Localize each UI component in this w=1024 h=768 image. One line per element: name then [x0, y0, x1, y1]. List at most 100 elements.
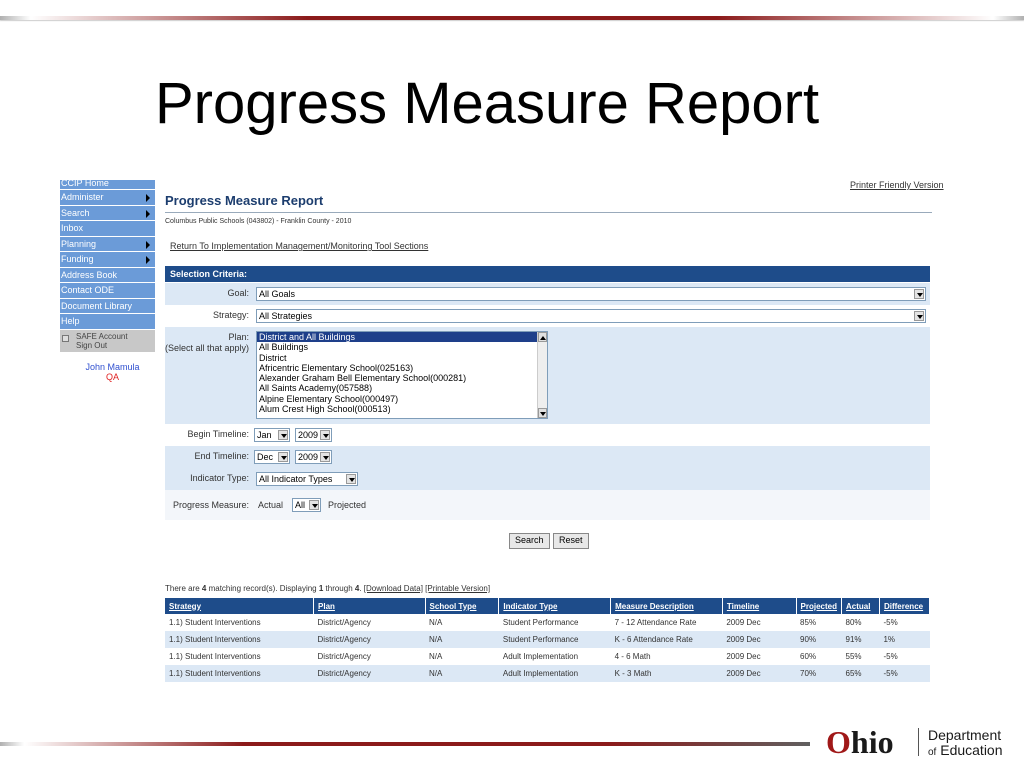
sign-out-link[interactable]: Sign Out	[76, 341, 155, 350]
printable-version-link[interactable]: [Printable Version]	[425, 584, 490, 593]
table-cell: N/A	[425, 665, 499, 682]
begin-year-select[interactable]: 2009	[295, 428, 332, 442]
table-cell: -5%	[879, 665, 930, 682]
column-header-timeline[interactable]: Timeline	[722, 598, 797, 614]
begin-month-select[interactable]: Jan	[254, 428, 290, 442]
nav-item-document-library[interactable]: Document Library	[60, 298, 155, 314]
column-header-plan[interactable]: Plan	[313, 598, 426, 614]
printer-friendly-link[interactable]: Printer Friendly Version	[850, 180, 944, 190]
table-cell: District/Agency	[313, 665, 426, 682]
table-cell: District/Agency	[313, 631, 426, 648]
plan-row: Plan: (Select all that apply) District a…	[165, 327, 930, 424]
nav-item-funding[interactable]: Funding	[60, 252, 155, 268]
table-cell: 80%	[841, 614, 880, 631]
goal-label: Goal:	[227, 288, 249, 298]
plan-option[interactable]: All Saints Academy(057588)	[257, 383, 547, 393]
nav-item-inbox[interactable]: Inbox	[60, 221, 155, 237]
nav-item-search[interactable]: Search	[60, 205, 155, 221]
search-button[interactable]: Search	[509, 533, 550, 549]
table-cell: 70%	[796, 665, 842, 682]
safe-account-link[interactable]: SAFE Account	[76, 332, 155, 341]
chevron-down-icon[interactable]	[309, 500, 319, 510]
plan-option[interactable]: District	[257, 353, 547, 363]
download-data-link[interactable]: [Download Data]	[364, 584, 423, 593]
table-cell: 90%	[796, 631, 842, 648]
return-link[interactable]: Return To Implementation Management/Moni…	[170, 241, 428, 251]
education-line: Education	[940, 742, 1003, 758]
table-cell: -5%	[879, 648, 930, 665]
user-name: John Mamula	[85, 362, 140, 372]
nav-item-planning[interactable]: Planning	[60, 236, 155, 252]
summary-through: through	[323, 584, 355, 593]
chevron-down-icon[interactable]	[278, 452, 288, 462]
column-header-measure-description[interactable]: Measure Description	[610, 598, 723, 614]
table-cell: District/Agency	[313, 614, 426, 631]
plan-option[interactable]: District and All Buildings	[257, 332, 547, 343]
table-cell: 55%	[841, 648, 880, 665]
column-header-school-type[interactable]: School Type	[425, 598, 500, 614]
department-line: Department	[928, 727, 1002, 743]
strategy-select[interactable]: All Strategies	[256, 309, 926, 323]
progress-measure-row: Progress Measure: Actual All Projected	[165, 490, 930, 520]
plan-option[interactable]: Alexander Graham Bell Elementary School(…	[257, 373, 547, 383]
table-cell: -5%	[879, 614, 930, 631]
indicator-type-select[interactable]: All Indicator Types	[256, 472, 358, 486]
column-header-strategy[interactable]: Strategy	[165, 598, 315, 614]
plan-listbox[interactable]: District and All Buildings All Buildings…	[256, 331, 548, 419]
nav-item-administer[interactable]: Administer	[60, 190, 155, 206]
plan-option[interactable]: Alum Crest High School(000513)	[257, 404, 547, 414]
plan-option[interactable]: Africentric Elementary School(025163)	[257, 363, 547, 373]
table-cell: Adult Implementation	[498, 665, 611, 682]
table-cell: 2009 Dec	[722, 614, 797, 631]
indicator-type-row: Indicator Type: All Indicator Types	[165, 468, 930, 490]
table-cell: 65%	[841, 665, 880, 682]
nav-item-ccip-home[interactable]: CCIP Home	[60, 180, 155, 190]
nav-item-help[interactable]: Help	[60, 314, 155, 330]
table-cell: Adult Implementation	[498, 648, 611, 665]
department-of: of	[928, 747, 937, 758]
reset-button[interactable]: Reset	[553, 533, 589, 549]
end-timeline-row: End Timeline: Dec 2009	[165, 446, 930, 468]
chevron-down-icon[interactable]	[346, 474, 356, 484]
scroll-up-icon[interactable]	[538, 332, 547, 342]
progress-measure-label: Progress Measure:	[172, 500, 249, 510]
nav-item-label: Help	[61, 316, 80, 326]
table-header-row: Strategy Plan School Type Indicator Type…	[165, 598, 931, 614]
plan-hint: (Select all that apply)	[164, 343, 249, 353]
chevron-down-icon[interactable]	[320, 452, 330, 462]
records-summary: There are 4 matching record(s). Displayi…	[165, 584, 490, 593]
summary-prefix: There are	[165, 584, 202, 593]
user-info: John Mamula QA	[60, 362, 165, 382]
chevron-down-icon[interactable]	[278, 430, 288, 440]
progress-measure-value: All	[295, 500, 306, 510]
plan-option[interactable]: Alpine Elementary School(000497)	[257, 394, 547, 404]
strategy-row: Strategy: All Strategies	[165, 305, 930, 327]
table-row: 1.1) Student Interventions District/Agen…	[165, 614, 930, 631]
end-month-select[interactable]: Dec	[254, 450, 290, 464]
column-header-projected[interactable]: Projected	[796, 598, 843, 614]
chevron-down-icon[interactable]	[320, 430, 330, 440]
table-cell: Student Performance	[498, 631, 611, 648]
progress-measure-select[interactable]: All	[292, 498, 321, 512]
column-header-difference[interactable]: Difference	[879, 598, 931, 614]
table-cell: 2009 Dec	[722, 665, 797, 682]
goal-select[interactable]: All Goals	[256, 287, 926, 301]
end-year-select[interactable]: 2009	[295, 450, 332, 464]
scroll-down-icon[interactable]	[538, 408, 547, 418]
column-header-indicator-type[interactable]: Indicator Type	[498, 598, 612, 614]
begin-timeline-label: Begin Timeline:	[187, 429, 249, 439]
nav-item-address-book[interactable]: Address Book	[60, 267, 155, 283]
table-cell: N/A	[425, 631, 499, 648]
chevron-down-icon[interactable]	[914, 311, 924, 321]
chevron-down-icon[interactable]	[914, 289, 924, 299]
goal-select-value: All Goals	[259, 289, 296, 299]
caret-right-icon	[146, 256, 150, 264]
plan-scrollbar[interactable]	[537, 332, 547, 418]
nav-item-label: Administer	[61, 192, 104, 202]
column-header-actual[interactable]: Actual	[841, 598, 880, 614]
left-nav: CCIP Home Administer Search Inbox Planni…	[60, 180, 155, 352]
plan-option[interactable]: All Buildings	[257, 342, 547, 352]
nav-item-contact-ode[interactable]: Contact ODE	[60, 283, 155, 299]
begin-year-value: 2009	[298, 430, 319, 440]
table-cell: K - 6 Attendance Rate	[610, 631, 723, 648]
